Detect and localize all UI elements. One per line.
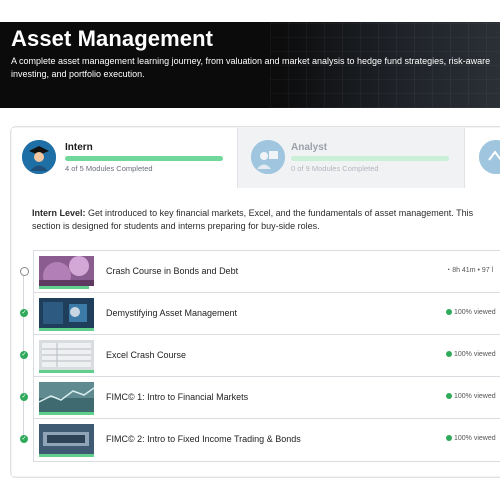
module-title: Excel Crash Course	[106, 350, 187, 360]
viewed-check-icon	[446, 393, 452, 399]
module-status: 100% viewed	[446, 309, 496, 316]
tab-analyst-progress-text: 0 of 9 Modules Completed	[291, 164, 379, 173]
module-duration: ◔ 8h 41m • 97 l	[446, 267, 494, 274]
module-title: Crash Course in Bonds and Debt	[106, 266, 239, 276]
module-meta-text: 100% viewed	[454, 393, 496, 400]
module-title: FIMC© 1: Intro to Financial Markets	[106, 392, 249, 402]
check-circle-icon: ✓	[20, 393, 28, 401]
tab-analyst-progress-bar	[291, 156, 449, 161]
tab-intern-title: Intern	[65, 142, 93, 153]
module-row[interactable]: Crash Course in Bonds and Debt ◔ 8h 41m …	[20, 250, 500, 293]
module-status: 100% viewed	[446, 351, 496, 358]
check-circle-icon: ✓	[20, 309, 28, 317]
check-circle-icon: ✓	[20, 351, 28, 359]
module-row[interactable]: ✓ FIMC© 2: Intro to Fixed Income Trading…	[20, 418, 500, 462]
level-tabs: Intern 4 of 5 Modules Completed Analyst …	[12, 128, 500, 188]
module-title: FIMC© 2: Intro to Fixed Income Trading &…	[106, 434, 301, 444]
module-thumbnail	[38, 382, 95, 412]
module-thumbnail	[39, 256, 94, 290]
viewed-check-icon	[446, 435, 452, 441]
page-description: A complete asset management learning jou…	[11, 56, 491, 79]
tab-intern[interactable]: Intern 4 of 5 Modules Completed	[12, 128, 238, 188]
module-progress-bar	[39, 286, 89, 289]
module-thumbnail	[39, 298, 94, 328]
level-description: Intern Level: Get introduced to key fina…	[32, 207, 500, 233]
check-circle-icon: ✓	[20, 435, 28, 443]
hero-banner: Asset Management A complete asset manage…	[0, 22, 500, 108]
tab-analyst[interactable]: Analyst 0 of 9 Modules Completed	[238, 128, 465, 188]
module-progress-bar	[39, 412, 94, 415]
module-row[interactable]: ✓ FIMC© 1: Intro to Financial Markets 10…	[20, 376, 500, 419]
module-progress-bar	[39, 370, 94, 373]
module-progress-bar	[39, 328, 94, 331]
module-thumbnail	[39, 340, 94, 370]
module-meta-text: 100% viewed	[454, 351, 496, 358]
module-progress-bar	[39, 454, 94, 457]
module-row[interactable]: ✓ Demystifying Asset Management 100% vie…	[20, 292, 500, 335]
page-title: Asset Management	[11, 26, 214, 51]
module-row[interactable]: ✓ Excel Crash Course 100% viewed	[20, 334, 500, 377]
module-meta-text: 8h 41m • 97 l	[452, 267, 494, 274]
level-description-text: Get introduced to key financial markets,…	[32, 208, 474, 231]
incomplete-circle-icon	[20, 267, 29, 276]
level-description-label: Intern Level:	[32, 208, 86, 218]
tab-intern-progress-bar	[65, 156, 223, 161]
module-status: 100% viewed	[446, 435, 496, 442]
viewed-check-icon	[446, 309, 452, 315]
tab-analyst-title: Analyst	[291, 142, 328, 153]
viewed-check-icon	[446, 351, 452, 357]
module-meta-text: 100% viewed	[454, 309, 496, 316]
module-thumbnail	[39, 424, 94, 454]
next-level-icon	[479, 140, 500, 174]
intern-graduate-icon	[22, 140, 56, 174]
analyst-chart-icon	[251, 140, 285, 174]
tab-intern-progress-text: 4 of 5 Modules Completed	[65, 164, 153, 173]
module-title: Demystifying Asset Management	[106, 308, 238, 318]
tab-next-level[interactable]	[465, 128, 500, 188]
module-meta-text: 100% viewed	[454, 435, 496, 442]
module-status: 100% viewed	[446, 393, 496, 400]
